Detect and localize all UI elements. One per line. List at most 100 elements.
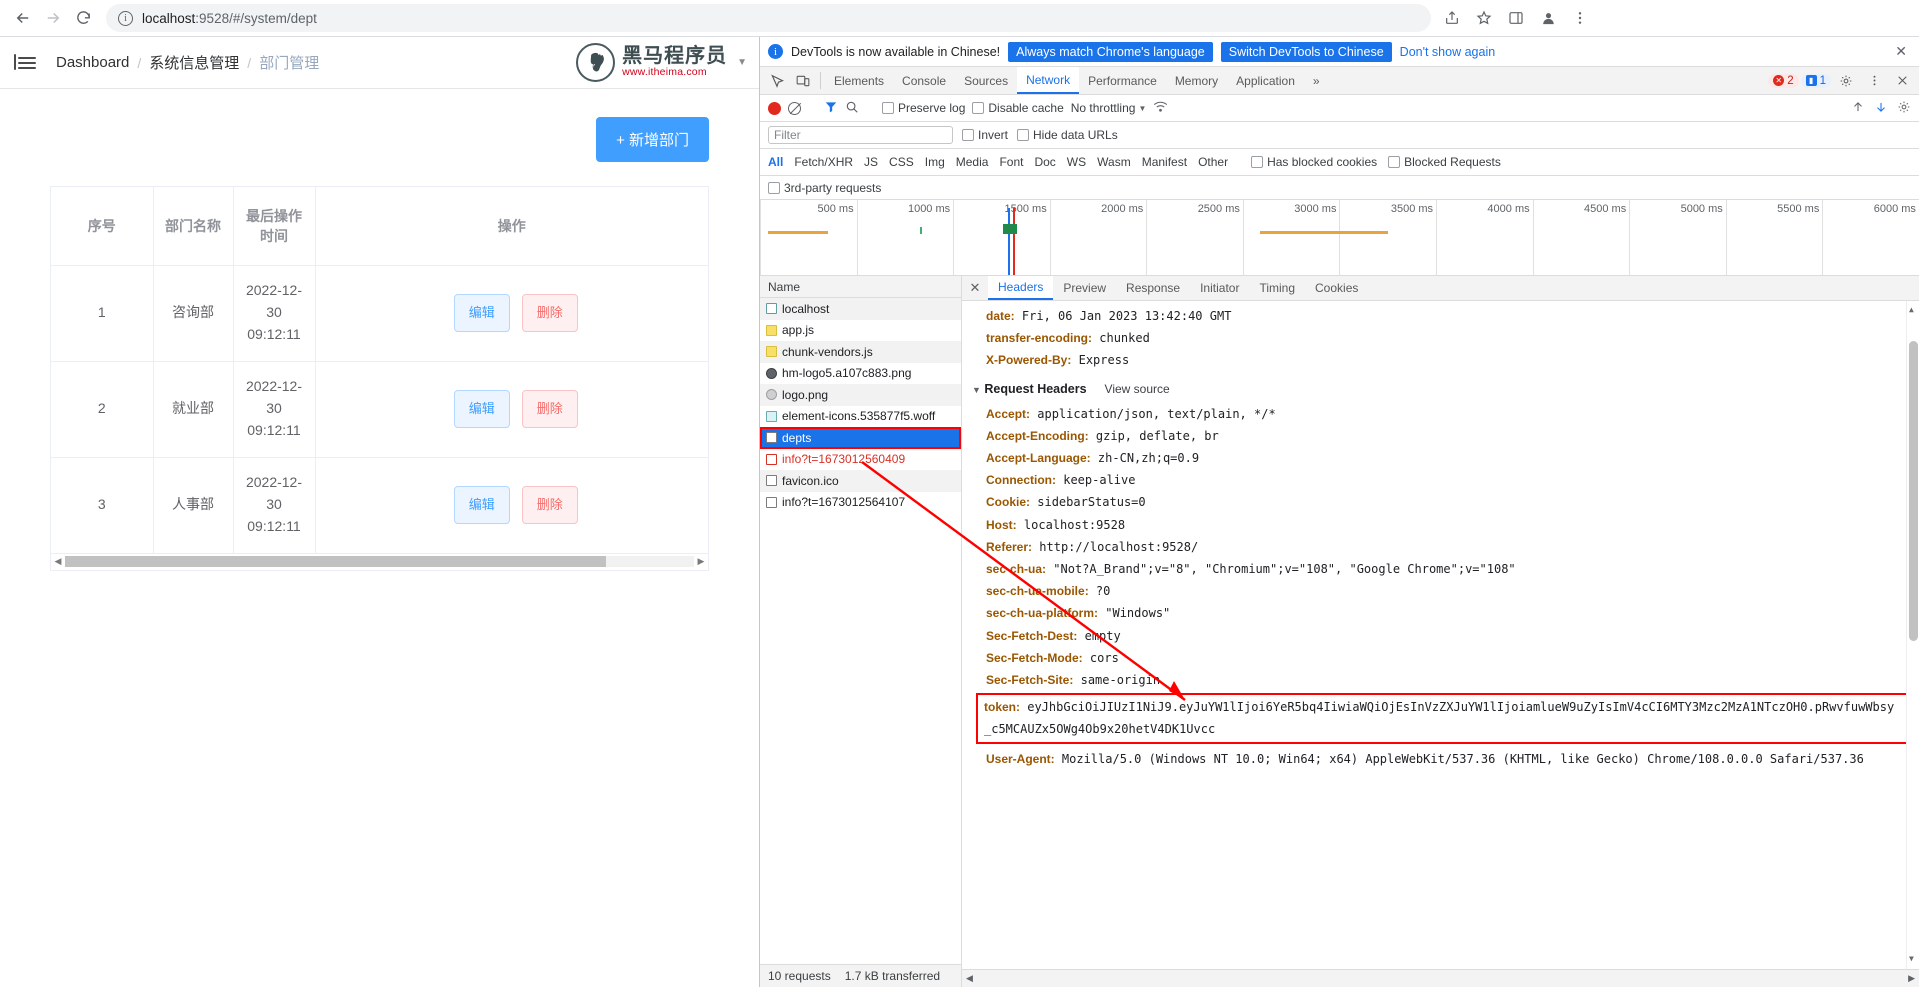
tab-console[interactable]: Console — [893, 67, 955, 94]
scroll-down-arrow-icon[interactable]: ▼ — [1909, 952, 1914, 967]
network-overview-timeline[interactable]: 500 ms 1000 ms 1500 ms 2000 ms 2500 ms 3… — [760, 200, 1919, 276]
devtools-more-button[interactable] — [1861, 74, 1887, 87]
detail-tab-initiator[interactable]: Initiator — [1190, 276, 1249, 300]
tab-sources[interactable]: Sources — [955, 67, 1017, 94]
scroll-up-arrow-icon[interactable]: ▲ — [1909, 303, 1914, 318]
error-count-badge[interactable]: ✕ 2 — [1768, 74, 1798, 88]
type-filter-doc[interactable]: Doc — [1034, 155, 1055, 169]
network-settings-icon[interactable] — [1897, 100, 1911, 117]
close-detail-icon[interactable]: ✕ — [962, 276, 988, 300]
scrollbar-track[interactable] — [65, 556, 694, 567]
table-horizontal-scrollbar[interactable]: ◀ ▶ — [50, 554, 709, 571]
edit-button[interactable]: 编辑 — [454, 486, 510, 524]
edit-button[interactable]: 编辑 — [454, 390, 510, 428]
request-row-localhost[interactable]: localhost — [760, 298, 961, 320]
export-har-icon[interactable] — [1874, 100, 1888, 117]
preserve-log-checkbox[interactable]: Preserve log — [882, 101, 965, 115]
inspect-element-icon[interactable] — [764, 67, 790, 94]
dont-show-again-link[interactable]: Don't show again — [1400, 45, 1496, 59]
breadcrumb-dashboard[interactable]: Dashboard — [56, 54, 129, 71]
request-row-info-1[interactable]: info?t=1673012560409 — [760, 449, 961, 471]
tab-network[interactable]: Network — [1017, 67, 1079, 94]
bookmark-button[interactable] — [1469, 3, 1499, 33]
type-filter-ws[interactable]: WS — [1067, 155, 1086, 169]
devtools-settings-button[interactable] — [1833, 74, 1859, 88]
type-filter-css[interactable]: CSS — [889, 155, 914, 169]
forward-button[interactable] — [38, 3, 68, 33]
detail-tab-cookies[interactable]: Cookies — [1305, 276, 1368, 300]
scrollbar-thumb[interactable] — [65, 556, 606, 567]
back-button[interactable] — [8, 3, 38, 33]
filter-funnel-icon[interactable] — [824, 100, 838, 117]
switch-devtools-language-button[interactable]: Switch DevTools to Chinese — [1221, 42, 1392, 62]
detail-footer-scrollbar[interactable]: ◀ ▶ — [962, 969, 1919, 987]
detail-tab-response[interactable]: Response — [1116, 276, 1190, 300]
request-row-hm-logo-png[interactable]: hm-logo5.a107c883.png — [760, 363, 961, 385]
always-match-language-button[interactable]: Always match Chrome's language — [1008, 42, 1213, 62]
has-blocked-cookies-checkbox[interactable]: Has blocked cookies — [1251, 155, 1377, 169]
brand-logo[interactable]: 黑马程序员 www.itheima.com — [576, 43, 727, 82]
devtools-close-button[interactable] — [1889, 74, 1915, 87]
device-toolbar-icon[interactable] — [790, 67, 816, 94]
share-button[interactable] — [1437, 3, 1467, 33]
request-row-chunk-vendors-js[interactable]: chunk-vendors.js — [760, 341, 961, 363]
delete-button[interactable]: 删除 — [522, 486, 578, 524]
address-bar[interactable]: i localhost:9528/#/system/dept — [106, 4, 1431, 32]
delete-button[interactable]: 删除 — [522, 390, 578, 428]
type-filter-manifest[interactable]: Manifest — [1142, 155, 1187, 169]
disable-cache-checkbox[interactable]: Disable cache — [972, 101, 1063, 115]
add-department-button[interactable]: + 新增部门 — [596, 117, 709, 162]
timeline-selection-handle[interactable] — [1003, 224, 1017, 234]
scroll-left-arrow-icon[interactable]: ◀ — [966, 973, 973, 984]
record-button-icon[interactable] — [768, 102, 781, 115]
search-icon[interactable] — [845, 100, 859, 117]
request-row-favicon[interactable]: favicon.ico — [760, 470, 961, 492]
blocked-requests-checkbox[interactable]: Blocked Requests — [1388, 155, 1501, 169]
headers-scrollbar[interactable]: ▲ ▼ — [1906, 301, 1919, 969]
scrollbar-thumb[interactable] — [1909, 341, 1918, 641]
request-row-logo-png[interactable]: logo.png — [760, 384, 961, 406]
view-source-link[interactable]: View source — [1105, 378, 1170, 400]
message-count-badge[interactable]: ▮ 1 — [1801, 74, 1831, 88]
request-headers-section-title[interactable]: ▼ Request Headers View source — [962, 372, 1919, 403]
third-party-requests-checkbox[interactable]: 3rd-party requests — [768, 181, 881, 195]
profile-button[interactable] — [1533, 3, 1563, 33]
detail-tab-preview[interactable]: Preview — [1053, 276, 1116, 300]
type-filter-all[interactable]: All — [768, 155, 783, 169]
tab-elements[interactable]: Elements — [825, 67, 893, 94]
request-row-info-2[interactable]: info?t=1673012564107 — [760, 492, 961, 514]
close-banner-icon[interactable]: ✕ — [1895, 43, 1911, 60]
delete-button[interactable]: 删除 — [522, 294, 578, 332]
request-row-app-js[interactable]: app.js — [760, 320, 961, 342]
type-filter-other[interactable]: Other — [1198, 155, 1228, 169]
chevron-down-icon[interactable]: ▼ — [737, 57, 747, 68]
scroll-right-arrow-icon[interactable]: ▶ — [1908, 973, 1915, 984]
type-filter-wasm[interactable]: Wasm — [1097, 155, 1131, 169]
type-filter-js[interactable]: JS — [864, 155, 878, 169]
network-conditions-icon[interactable] — [1153, 100, 1168, 116]
type-filter-fetch-xhr[interactable]: Fetch/XHR — [794, 155, 853, 169]
scroll-right-arrow-icon[interactable]: ▶ — [694, 556, 708, 567]
type-filter-font[interactable]: Font — [999, 155, 1023, 169]
filter-input[interactable] — [768, 126, 953, 144]
more-tabs-icon[interactable]: » — [1304, 67, 1329, 94]
tab-memory[interactable]: Memory — [1166, 67, 1227, 94]
tab-performance[interactable]: Performance — [1079, 67, 1166, 94]
side-panel-button[interactable] — [1501, 3, 1531, 33]
request-row-element-icons-woff[interactable]: element-icons.535877f5.woff — [760, 406, 961, 428]
tab-application[interactable]: Application — [1227, 67, 1304, 94]
breadcrumb-system-info[interactable]: 系统信息管理 — [149, 52, 239, 73]
edit-button[interactable]: 编辑 — [454, 294, 510, 332]
hamburger-menu-icon[interactable] — [14, 52, 36, 74]
throttling-select[interactable]: No throttling ▼ — [1071, 101, 1147, 115]
browser-menu-button[interactable] — [1565, 3, 1595, 33]
site-info-icon[interactable]: i — [118, 11, 133, 26]
scroll-left-arrow-icon[interactable]: ◀ — [51, 556, 65, 567]
invert-checkbox[interactable]: Invert — [962, 128, 1008, 142]
import-har-icon[interactable] — [1851, 100, 1865, 117]
request-row-depts[interactable]: depts — [760, 427, 961, 449]
detail-tab-timing[interactable]: Timing — [1249, 276, 1305, 300]
request-name-column-header[interactable]: Name — [760, 276, 961, 298]
type-filter-media[interactable]: Media — [956, 155, 989, 169]
reload-button[interactable] — [68, 3, 98, 33]
